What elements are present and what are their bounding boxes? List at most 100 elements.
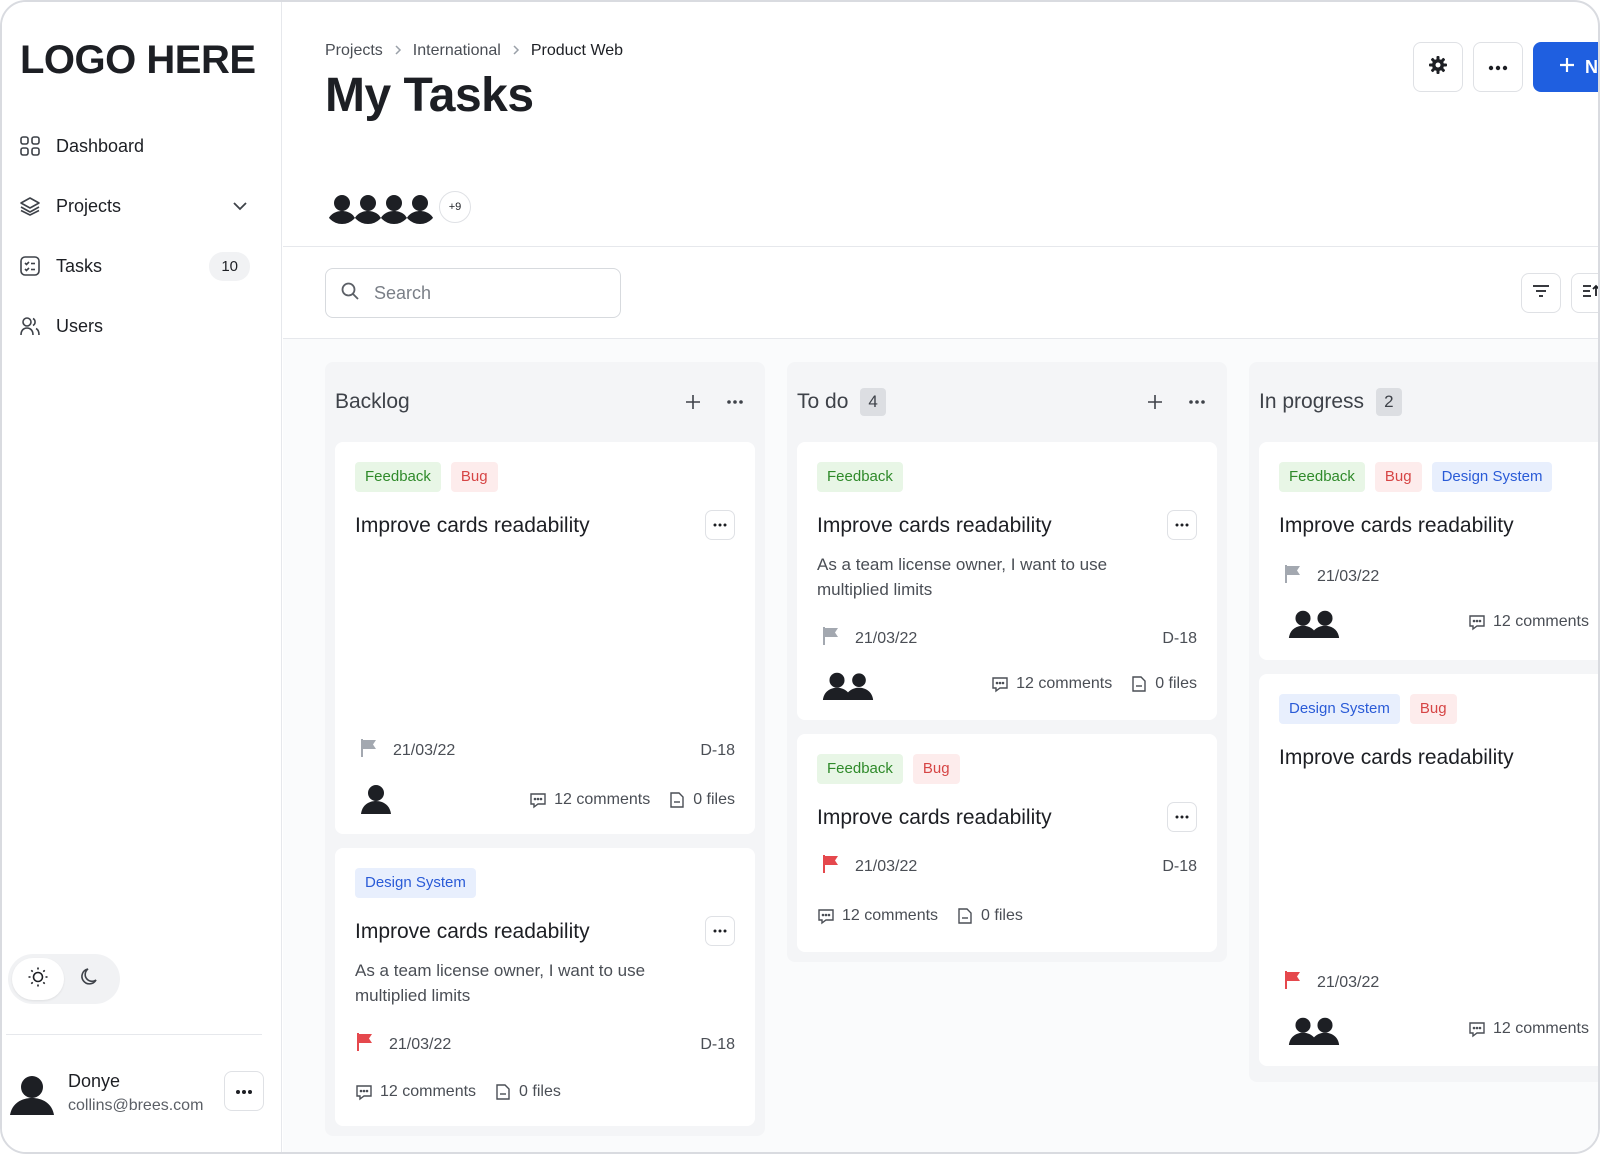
- column-header: To do 4: [797, 372, 1217, 432]
- card-more-button[interactable]: [705, 916, 735, 946]
- comments-count[interactable]: 12 comments: [1468, 613, 1589, 631]
- new-task-button[interactable]: N: [1533, 42, 1598, 92]
- comments-label: 12 comments: [1016, 675, 1113, 692]
- card-more-button[interactable]: [1167, 510, 1197, 540]
- files-count[interactable]: 0 files: [668, 791, 735, 809]
- chevron-down-icon[interactable]: [230, 196, 250, 216]
- column-header: In progress 2: [1259, 372, 1598, 432]
- tag-list: Feedback: [817, 462, 1197, 492]
- breadcrumb-item-international[interactable]: International: [413, 42, 501, 60]
- tasks-count-badge: 10: [209, 251, 250, 281]
- task-id: D-18: [1162, 629, 1197, 647]
- breadcrumb-item-projects[interactable]: Projects: [325, 42, 383, 60]
- comments-count[interactable]: 12 comments: [1468, 1020, 1589, 1038]
- sidebar-item-tasks[interactable]: Tasks 10: [18, 246, 250, 286]
- more-options-button[interactable]: [1473, 42, 1523, 92]
- due-date: 21/03/22: [855, 857, 918, 875]
- filter-button[interactable]: [1521, 273, 1561, 313]
- comments-label: 12 comments: [554, 790, 651, 808]
- new-task-label: N: [1585, 56, 1598, 77]
- column-in-progress: In progress 2 Feedback Bug Design System…: [1249, 362, 1598, 1082]
- task-card[interactable]: Design System Improve cards readability …: [335, 848, 755, 1126]
- sidebar-item-dashboard[interactable]: Dashboard: [18, 126, 250, 166]
- user-profile: Donye collins@brees.com: [6, 1034, 264, 1117]
- avatar: [359, 780, 393, 819]
- card-more-button[interactable]: [705, 510, 735, 540]
- card-footer: 12 comments: [1287, 1012, 1589, 1046]
- logo: LOGO HERE: [20, 38, 256, 82]
- comments-count[interactable]: 12 comments: [529, 791, 650, 809]
- files-count[interactable]: 0 files: [494, 1083, 561, 1101]
- avatar[interactable]: [8, 1069, 56, 1117]
- card-meta: 21/03/22 D-18: [817, 854, 1197, 879]
- comments-label: 12 comments: [1492, 613, 1589, 630]
- column-more-button[interactable]: [723, 390, 747, 414]
- task-card[interactable]: Feedback Improve cards readability As a …: [797, 442, 1217, 720]
- task-card[interactable]: Design System Bug Improve cards readabil…: [1259, 674, 1598, 1066]
- add-card-button[interactable]: [1143, 390, 1167, 414]
- comments-label: 12 comments: [380, 1083, 477, 1100]
- avatar: [403, 190, 437, 224]
- card-description: As a team license owner, I want to use m…: [817, 555, 1108, 599]
- tag-bug: Bug: [450, 462, 498, 492]
- comments-count[interactable]: 12 comments: [991, 675, 1112, 693]
- gear-icon: [1427, 54, 1449, 81]
- column-todo: To do 4 Feedback Improve cards readabili…: [787, 362, 1227, 962]
- task-card[interactable]: Feedback Bug Improve cards readability 2…: [797, 734, 1217, 952]
- files-count[interactable]: 0 files: [1130, 675, 1197, 693]
- sidebar-item-label: Tasks: [56, 255, 103, 276]
- user-email: collins@brees.com: [68, 1097, 204, 1114]
- app-window: LOGO HERE Dashboard Projects Tasks 10 Us…: [0, 0, 1600, 1154]
- task-card[interactable]: Feedback Bug Design System Improve cards…: [1259, 442, 1598, 660]
- team-members[interactable]: +9: [325, 190, 471, 224]
- search-box: [325, 268, 621, 318]
- column-more-button[interactable]: [1185, 390, 1209, 414]
- sidebar-item-users[interactable]: Users: [18, 306, 250, 346]
- light-mode-button[interactable]: [12, 958, 64, 1000]
- flag-icon: [821, 854, 841, 879]
- dark-mode-button[interactable]: [64, 958, 116, 1000]
- card-more-button[interactable]: [1167, 802, 1197, 832]
- assignees: [821, 667, 874, 701]
- sidebar: LOGO HERE Dashboard Projects Tasks 10 Us…: [2, 2, 282, 1152]
- comments-count[interactable]: 12 comments: [355, 1083, 476, 1101]
- card-footer: 12 comments 0 files: [817, 907, 1197, 925]
- users-icon: [18, 314, 42, 338]
- settings-button[interactable]: [1413, 42, 1463, 92]
- card-meta: 21/03/22: [1283, 970, 1589, 995]
- column-backlog: Backlog Feedback Bug Improve cards reada…: [325, 362, 765, 1136]
- card-footer: 12 comments 0 files: [359, 780, 735, 819]
- assignees: [1287, 605, 1340, 639]
- task-card[interactable]: Feedback Bug Improve cards readability 2…: [335, 442, 755, 834]
- search-input[interactable]: [374, 282, 594, 304]
- breadcrumb-item-current: Product Web: [530, 42, 624, 59]
- chevron-right-icon: [511, 43, 521, 59]
- files-count[interactable]: 0 files: [956, 907, 1023, 925]
- plus-icon: [1559, 57, 1575, 78]
- more-members-badge[interactable]: +9: [439, 191, 471, 223]
- card-title: Improve cards readability: [1279, 746, 1514, 769]
- card-meta: 21/03/22 D-18: [359, 738, 735, 763]
- sidebar-item-projects[interactable]: Projects: [18, 186, 250, 226]
- flag-icon: [1283, 970, 1303, 995]
- card-title: Improve cards readability: [817, 806, 1052, 829]
- sidebar-nav: Dashboard Projects Tasks 10 Users: [18, 126, 250, 366]
- add-card-button[interactable]: [681, 390, 705, 414]
- user-menu-button[interactable]: [224, 1071, 264, 1111]
- task-id: D-18: [700, 741, 735, 759]
- filter-icon: [1532, 284, 1550, 303]
- sort-button[interactable]: [1571, 273, 1598, 313]
- due-date: 21/03/22: [1317, 973, 1380, 991]
- chevron-right-icon: [393, 43, 403, 59]
- sidebar-item-label: Users: [56, 315, 104, 336]
- flag-icon: [355, 1032, 375, 1057]
- tag-design-system: Design System: [1431, 462, 1553, 492]
- flag-icon: [359, 738, 379, 763]
- comments-count[interactable]: 12 comments: [817, 907, 938, 925]
- tag-list: Feedback Bug: [355, 462, 735, 492]
- breadcrumb: Projects International Product Web: [325, 42, 623, 60]
- comments-label: 12 comments: [1492, 1020, 1589, 1037]
- sort-icon: [1582, 284, 1598, 303]
- tag-feedback: Feedback: [817, 462, 903, 492]
- moon-icon: [79, 966, 101, 993]
